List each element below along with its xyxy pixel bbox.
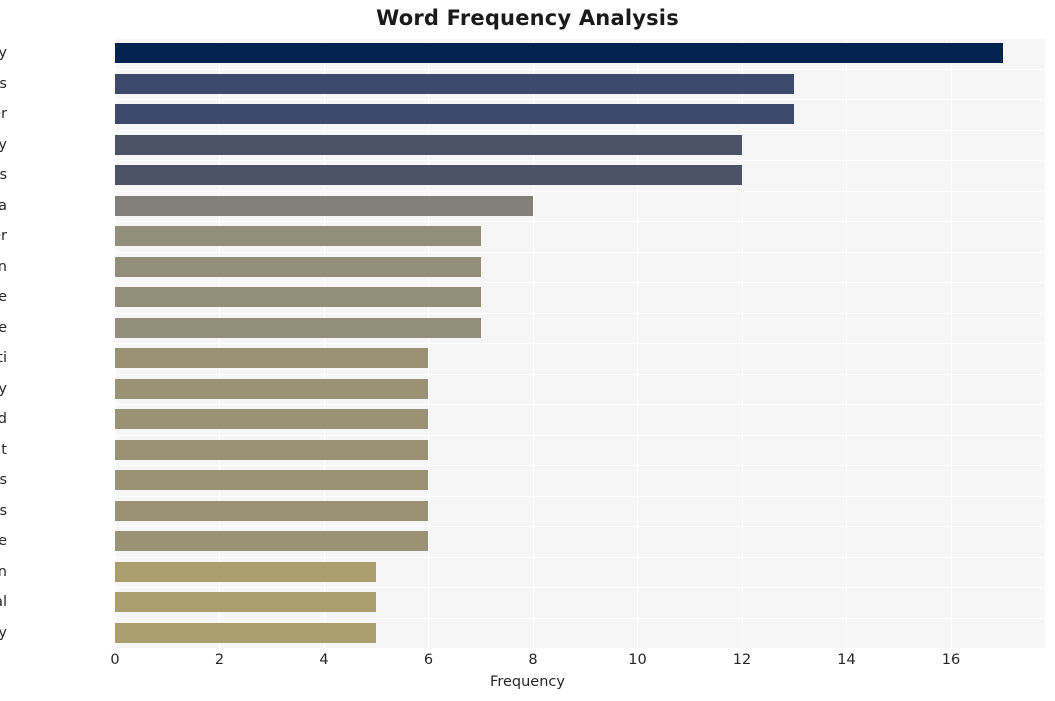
gridline-horizontal bbox=[115, 68, 1045, 70]
gridline-horizontal bbox=[115, 465, 1045, 466]
bar bbox=[115, 256, 481, 277]
gridline-horizontal bbox=[115, 404, 1045, 405]
bar bbox=[115, 348, 429, 369]
gridline-horizontal bbox=[115, 556, 1045, 558]
bar bbox=[115, 43, 1004, 64]
gridline-horizontal bbox=[115, 617, 1045, 619]
y-axis-tick-label: today bbox=[0, 624, 7, 641]
x-axis-tick-label: 4 bbox=[319, 652, 329, 668]
x-axis-tick-label: 14 bbox=[837, 652, 856, 668]
y-axis-tick-label: cybersecurity bbox=[0, 380, 7, 397]
gridline-horizontal bbox=[115, 373, 1045, 375]
bar bbox=[115, 500, 429, 521]
y-axis-tick-label: infrastructure bbox=[0, 289, 7, 306]
y-axis-tick-label: national bbox=[0, 594, 7, 611]
y-axis-tick-label: vulnerabilities bbox=[0, 75, 7, 92]
bar bbox=[115, 439, 429, 460]
bar bbox=[115, 470, 429, 491]
bar bbox=[115, 531, 429, 552]
gridline-horizontal bbox=[115, 434, 1045, 436]
gridline-horizontal bbox=[115, 160, 1045, 161]
x-axis-tick-label: 12 bbox=[732, 652, 752, 668]
gridline-horizontal bbox=[115, 129, 1045, 131]
gridline-horizontal bbox=[115, 312, 1045, 314]
bar bbox=[115, 134, 742, 155]
bar bbox=[115, 104, 795, 125]
x-axis-label: Frequency bbox=[490, 674, 565, 690]
y-axis-tick-label: cisa bbox=[0, 197, 7, 214]
y-axis-tick-label: urge bbox=[0, 533, 7, 550]
y-axis-tick-label: threat bbox=[0, 441, 7, 458]
bar bbox=[115, 195, 533, 216]
x-axis-tick-label: 2 bbox=[214, 652, 225, 668]
plot-area bbox=[115, 38, 1045, 649]
y-axis-tick-label: cyber bbox=[0, 106, 7, 123]
bar bbox=[115, 622, 377, 643]
gridline-horizontal bbox=[115, 221, 1045, 222]
x-axis-tick-label: 8 bbox=[528, 652, 538, 668]
gridline-horizontal bbox=[115, 343, 1045, 344]
x-axis-tick-label: 0 bbox=[110, 652, 120, 668]
y-axis-tick-label: centre bbox=[0, 319, 7, 336]
x-axis-tick-label: 16 bbox=[941, 652, 961, 668]
gridline-horizontal bbox=[115, 495, 1045, 497]
bar bbox=[115, 73, 795, 94]
y-axis-tick-label: ivanti bbox=[0, 350, 7, 367]
bar bbox=[115, 226, 481, 247]
word-frequency-chart: Word Frequency Analysis security vulnerab… bbox=[0, 0, 1055, 701]
y-axis-tick-label: advisory bbox=[0, 136, 7, 153]
y-axis-tick-label: partner bbox=[0, 228, 7, 245]
y-axis-tick-label: security bbox=[0, 45, 7, 62]
y-axis-tick-label: actors bbox=[0, 472, 7, 489]
bar bbox=[115, 378, 429, 399]
gridline-horizontal bbox=[115, 282, 1045, 283]
chart-title: Word Frequency Analysis bbox=[376, 6, 679, 30]
y-axis-tick-label: recommend bbox=[0, 411, 7, 428]
gridline-horizontal bbox=[115, 648, 1045, 649]
gridline-horizontal bbox=[115, 190, 1045, 192]
bar bbox=[115, 287, 481, 308]
bar bbox=[115, 561, 377, 582]
bar bbox=[115, 317, 481, 338]
y-axis-tick-label: action bbox=[0, 563, 7, 580]
bar bbox=[115, 165, 742, 186]
x-axis-tick-label: 10 bbox=[628, 652, 647, 668]
x-axis-tick-label: 6 bbox=[423, 652, 434, 668]
bar bbox=[115, 592, 377, 613]
y-axis-tick-label: organizations bbox=[0, 167, 7, 184]
gridline-horizontal bbox=[115, 251, 1045, 253]
bar bbox=[115, 409, 429, 430]
y-axis-tick-label: malicious bbox=[0, 502, 7, 519]
gridline-horizontal bbox=[115, 38, 1045, 39]
gridline-horizontal bbox=[115, 587, 1045, 588]
gridline-horizontal bbox=[115, 526, 1045, 527]
gridline-horizontal bbox=[115, 99, 1045, 100]
y-axis-tick-label: exploitation bbox=[0, 258, 7, 275]
